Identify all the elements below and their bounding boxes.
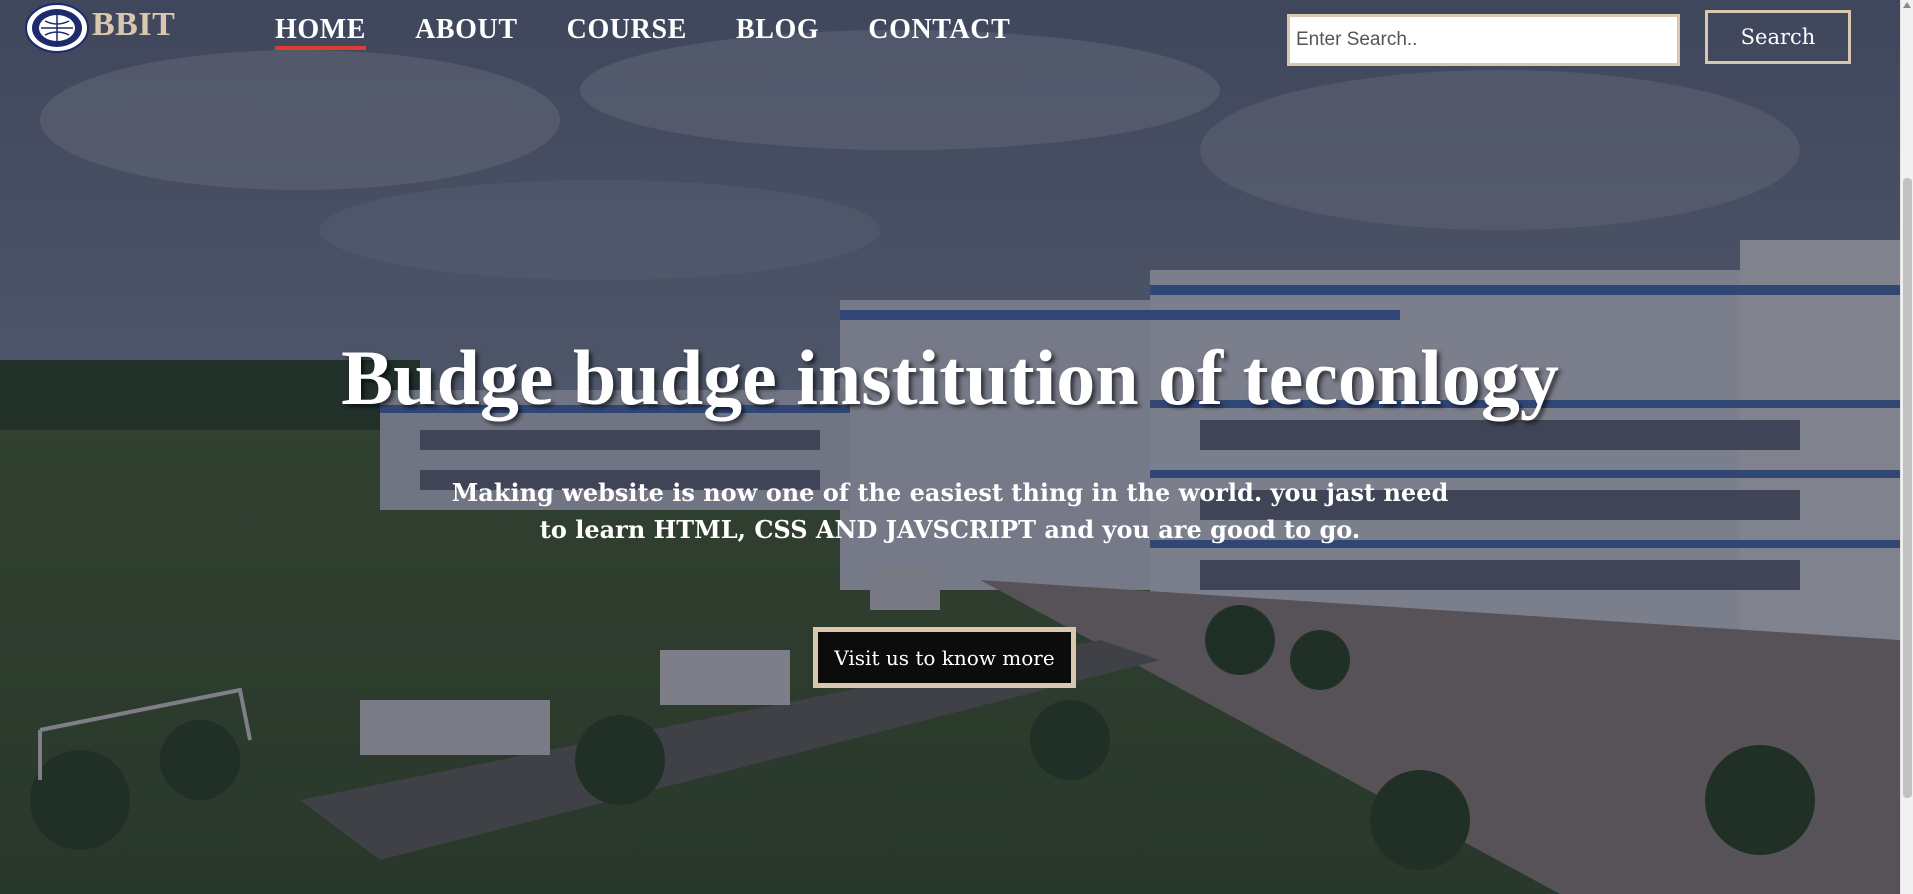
brand-name[interactable]: BBIT	[92, 6, 175, 44]
main-nav: HOME ABOUT COURSE BLOG CONTACT	[275, 14, 1059, 50]
nav-item-blog[interactable]: BLOG	[736, 14, 819, 46]
nav-item-course[interactable]: COURSE	[567, 14, 687, 46]
search-input[interactable]	[1287, 14, 1680, 66]
hero-subtitle: Making website is now one of the easiest…	[451, 478, 1449, 544]
search-button[interactable]: Search	[1705, 10, 1851, 64]
visit-us-button[interactable]: Visit us to know more	[813, 627, 1076, 688]
nav-item-about[interactable]: ABOUT	[415, 14, 518, 46]
background-dark-overlay	[0, 0, 1900, 894]
scrollbar-thumb[interactable]	[1903, 178, 1912, 798]
nav-item-contact[interactable]: CONTACT	[868, 14, 1010, 46]
hero-title: Budge budge institution of teconlogy	[341, 334, 1559, 421]
scroll-up-arrow-icon[interactable]	[1903, 2, 1911, 8]
page-scrollbar[interactable]	[1900, 0, 1913, 894]
hero-section	[0, 0, 1900, 894]
college-emblem-icon[interactable]	[25, 3, 89, 53]
nav-item-home[interactable]: HOME	[275, 14, 367, 50]
